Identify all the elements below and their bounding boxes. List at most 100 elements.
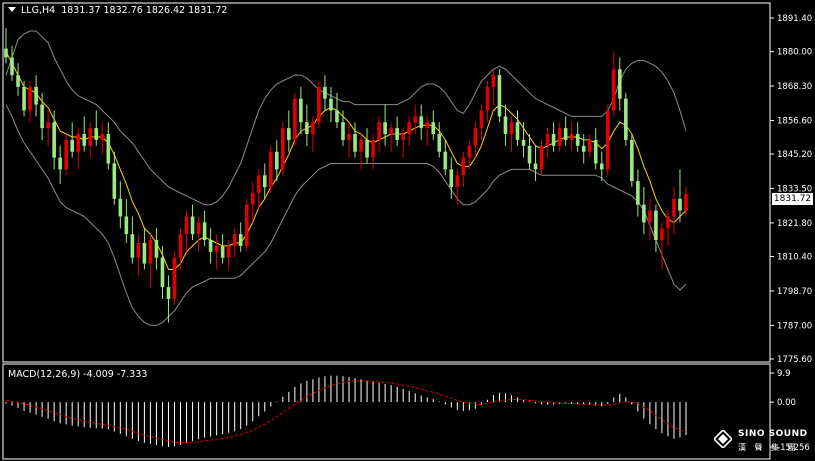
candle-body [274,151,279,170]
candle [172,251,177,305]
candle [28,81,32,123]
candle [232,228,237,258]
candle [34,75,38,117]
dropdown-triangle-icon[interactable] [8,7,16,12]
candle [660,222,664,270]
candle [401,128,405,158]
candle-body [335,110,339,123]
y-tick-label: 1880.00 [777,48,812,58]
candle-body [467,145,472,158]
macd-tick-label: 0.00 [777,398,796,408]
candle-body [160,257,165,288]
candle-body [82,134,87,146]
candle [479,104,484,140]
candle [4,28,8,64]
macd-histogram [5,375,687,447]
candle-body [70,139,74,152]
candle-body [672,198,676,217]
ohlc-readout: 1831.37 1832.76 1826.42 1831.72 [61,5,228,16]
candle [299,86,303,135]
candle-body [256,175,261,193]
candle-body [226,245,231,258]
chart-canvas[interactable]: 1891.401880.001868.301856.601845.201833.… [0,0,815,461]
y-tick-label: 1775.60 [777,355,812,365]
candle-body [419,116,424,129]
candle-body [515,122,520,140]
candle [82,116,87,152]
candle-body [648,210,652,223]
candle [130,216,135,264]
candle [557,122,562,152]
candle-body [172,257,177,299]
candle [618,57,622,111]
candle-body [431,122,436,135]
candle-body [299,98,303,123]
candle-body [262,175,267,188]
candle-body [563,128,568,140]
candle [154,228,159,270]
candle-body [491,75,496,87]
candle [569,122,574,152]
candle-body [184,216,189,235]
candle-body [449,169,454,188]
candle [106,122,111,170]
candle [359,134,363,170]
candle [678,169,682,223]
candle [100,122,105,155]
candle-body [575,134,580,146]
y-tick-label: 1821.80 [777,219,812,229]
candle-body [106,134,111,164]
candle [654,204,658,252]
candle [407,116,411,146]
candle [118,181,123,229]
candle-body [654,210,658,241]
candle [636,169,640,217]
candle-body [250,192,255,205]
candle [642,187,646,235]
candle-body [10,57,14,76]
candle [389,122,393,152]
bollinger-upper-line [5,30,687,206]
candle [244,198,249,252]
candle [425,116,430,146]
candle-body [305,122,309,135]
candle [196,216,201,252]
symbol-label: LLG,H4 [21,5,56,16]
candle [220,234,225,264]
candle-body [244,204,249,246]
candle [329,86,333,123]
candle-body [16,75,20,87]
candle-body [130,234,135,258]
bollinger-bands [5,30,687,326]
candle-body [455,175,460,188]
candle [593,128,598,170]
candle-body [347,134,351,140]
candle [515,110,520,146]
candle-body [401,134,405,140]
candle-body [268,151,273,188]
candle [281,122,285,176]
candle [371,134,375,170]
candle-body [28,86,32,111]
candle-body [539,145,544,170]
candle-body [383,122,387,135]
candle-body [341,122,345,140]
candle [76,128,81,170]
candle-body [624,98,628,140]
candle [238,222,243,252]
candle [672,187,676,235]
candle [184,210,189,252]
y-tick-label: 1810.40 [777,253,812,263]
candle-body [666,216,670,229]
candle [190,204,195,241]
candle [256,169,261,211]
candle [605,104,610,176]
candle [305,104,309,146]
candle-body [605,110,610,170]
candle-body [485,86,490,111]
candle-body [557,128,562,146]
candle [70,122,74,158]
candle-body [413,116,418,123]
candle-body [287,128,291,140]
candle [268,145,273,193]
